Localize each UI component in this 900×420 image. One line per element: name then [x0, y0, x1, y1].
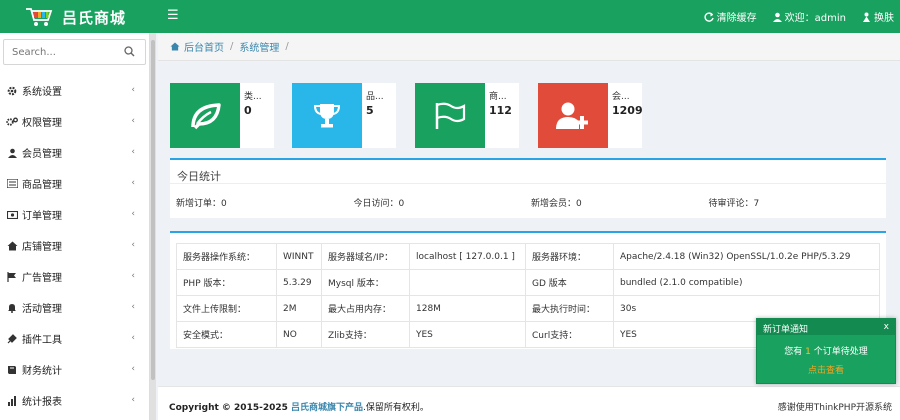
sidebar-item-reports[interactable]: 统计报表 ‹	[0, 385, 149, 416]
sidebar-item-orders[interactable]: 订单管理 ‹	[0, 199, 149, 230]
breadcrumb-current-link[interactable]: 系统管理	[239, 39, 279, 54]
chevron-left-icon: ‹	[131, 178, 135, 188]
plug-icon	[6, 333, 18, 345]
user-icon	[772, 12, 782, 22]
sidebar-search	[3, 39, 146, 65]
chevron-left-icon: ‹	[131, 302, 135, 312]
today-stats-panel: 今日统计 新增订单：0 今日访问：0 新增会员：0 待审评论：7	[170, 158, 886, 218]
sidebar: 系统设置 ‹ 权限管理 ‹ 会员管理 ‹ 商品管理 ‹ 订单管理 ‹ 店铺管理 …	[0, 33, 150, 420]
flag-icon	[6, 271, 18, 283]
chevron-left-icon: ‹	[131, 271, 135, 281]
sidebar-scrollbar-thumb[interactable]	[151, 40, 155, 380]
chevron-left-icon: ‹	[131, 147, 135, 157]
breadcrumb-home-link[interactable]: 后台首页	[184, 39, 224, 54]
pending-order-count: 1	[805, 347, 811, 357]
sidebar-item-finance[interactable]: 财务统计 ‹	[0, 354, 149, 385]
sidebar-item-members[interactable]: 会员管理 ‹	[0, 137, 149, 168]
stat-card-products[interactable]: 商... 112	[415, 83, 519, 148]
table-row: PHP 版本： 5.3.29 Mysql 版本： GD 版本 bundled (…	[176, 269, 880, 296]
search-input[interactable]	[4, 40, 114, 64]
footer-credit: 感谢使用ThinkPHP开源系统	[777, 403, 892, 413]
page-footer: Copyright © 2015-2025 吕氏商城旗下产品.保留所有权利。 感…	[158, 386, 900, 420]
sidebar-item-ads[interactable]: 广告管理 ‹	[0, 261, 149, 292]
bar-chart-icon	[6, 395, 18, 407]
company-link[interactable]: 吕氏商城旗下产品	[291, 403, 363, 413]
chevron-left-icon: ‹	[131, 240, 135, 250]
chevron-left-icon: ‹	[131, 85, 135, 95]
table-row: 服务器操作系统： WINNT 服务器域名/IP： localhost [ 127…	[176, 243, 880, 270]
welcome-user[interactable]: 欢迎：admin	[772, 9, 846, 24]
sidebar-item-system-settings[interactable]: 系统设置 ‹	[0, 75, 149, 106]
stat-value: 112	[489, 104, 512, 117]
clear-cache-link[interactable]: 清除缓存	[704, 9, 757, 24]
home-icon	[170, 42, 180, 51]
logo-text: 吕氏商城	[62, 8, 127, 27]
notification-message: 您有 1 个订单待处理	[784, 347, 868, 357]
sidebar-item-stores[interactable]: 店铺管理 ‹	[0, 230, 149, 261]
close-icon[interactable]: x	[884, 322, 889, 332]
sidebar-nav: 系统设置 ‹ 权限管理 ‹ 会员管理 ‹ 商品管理 ‹ 订单管理 ‹ 店铺管理 …	[0, 75, 149, 416]
pending-comments-stat: 待审评论：7	[708, 199, 760, 209]
sidebar-item-products[interactable]: 商品管理 ‹	[0, 168, 149, 199]
panel-title: 今日统计	[170, 160, 886, 184]
menu-toggle-icon[interactable]: ☰	[167, 8, 179, 23]
new-members-stat: 新增会员：0	[531, 199, 582, 209]
welcome-label: 欢迎：admin	[784, 13, 846, 24]
user-icon	[6, 147, 18, 159]
home-icon	[6, 240, 18, 252]
chevron-left-icon: ‹	[131, 116, 135, 126]
stat-label: 会...	[612, 92, 630, 102]
flag-icon	[415, 83, 485, 148]
stat-value: 1209	[612, 104, 642, 117]
copyright: Copyright © 2015-2025 吕氏商城旗下产品.保留所有权利。	[169, 403, 429, 413]
stat-value: 5	[366, 104, 374, 117]
clear-cache-label: 清除缓存	[716, 13, 757, 24]
trophy-icon	[292, 83, 362, 148]
cart-icon	[24, 6, 54, 28]
sidebar-item-activities[interactable]: 活动管理 ‹	[0, 292, 149, 323]
chevron-left-icon: ‹	[131, 395, 135, 405]
sidebar-item-permissions[interactable]: 权限管理 ‹	[0, 106, 149, 137]
top-header: 吕氏商城 ☰ 清除缓存 欢迎：admin 换肤	[0, 0, 900, 33]
bell-icon	[6, 302, 18, 314]
book-icon	[6, 364, 18, 376]
gears-icon	[6, 116, 18, 128]
logo[interactable]: 吕氏商城	[24, 5, 126, 29]
stat-label: 商...	[489, 92, 507, 102]
leaf-icon	[170, 83, 240, 148]
gear-icon	[6, 85, 18, 97]
skin-icon	[863, 12, 870, 22]
stat-value: 0	[244, 104, 252, 117]
user-plus-icon	[538, 83, 608, 148]
money-icon	[6, 209, 18, 221]
list-icon	[6, 178, 18, 190]
refresh-icon	[704, 11, 714, 22]
change-skin-label: 换肤	[874, 13, 894, 24]
header-actions: 清除缓存 欢迎：admin 换肤	[688, 9, 894, 24]
stat-label: 品...	[366, 92, 384, 102]
notification-title: 新订单通知	[763, 325, 809, 335]
new-orders-stat: 新增订单：0	[176, 199, 227, 209]
stat-card-brands[interactable]: 品... 5	[292, 83, 396, 148]
stat-card-members[interactable]: 会... 1209	[538, 83, 642, 148]
breadcrumb: 后台首页 / 系统管理 /	[158, 33, 900, 61]
change-skin-link[interactable]: 换肤	[862, 9, 894, 24]
chevron-left-icon: ‹	[131, 333, 135, 343]
view-orders-link[interactable]: 点击查看	[757, 363, 895, 376]
sidebar-item-plugins[interactable]: 插件工具 ‹	[0, 323, 149, 354]
stat-card-categories[interactable]: 类... 0	[170, 83, 274, 148]
today-visits-stat: 今日访问：0	[353, 199, 405, 209]
chevron-left-icon: ‹	[131, 364, 135, 374]
new-order-notification: 新订单通知 x 您有 1 个订单待处理 点击查看	[756, 318, 896, 384]
search-icon[interactable]	[124, 46, 135, 60]
stat-label: 类...	[244, 92, 262, 102]
chevron-left-icon: ‹	[131, 209, 135, 219]
